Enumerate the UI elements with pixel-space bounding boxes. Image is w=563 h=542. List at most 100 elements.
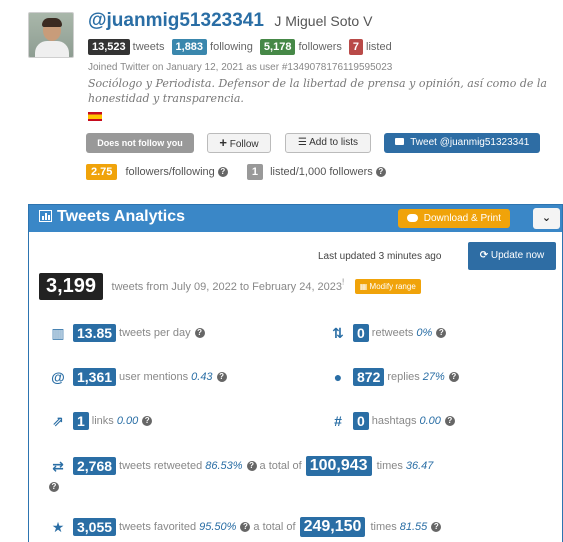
following-label: following — [210, 41, 253, 53]
download-print-label: Download & Print — [423, 213, 502, 224]
times-label: times — [376, 460, 403, 472]
stat-value: 3,055 — [73, 518, 117, 536]
help-icon[interactable]: ? — [246, 461, 257, 471]
at-icon: @ — [51, 369, 65, 385]
help-icon[interactable]: ? — [240, 522, 251, 532]
profile-handle[interactable]: @juanmig51323341 — [88, 10, 264, 31]
help-icon[interactable]: ? — [375, 167, 386, 177]
profile-card: @juanmig51323341 J Miguel Soto V 13,523 t… — [28, 10, 563, 196]
stat-label: replies — [387, 371, 420, 383]
profile-header: @juanmig51323341 J Miguel Soto V — [88, 10, 372, 32]
follow-label: Follow — [229, 139, 259, 150]
last-updated-text: Last updated 3 minutes ago — [318, 251, 442, 262]
hashtag-icon: # — [334, 413, 342, 429]
help-icon[interactable]: ? — [142, 416, 153, 426]
help-icon[interactable]: ? — [431, 522, 442, 532]
profile-ratios: 2.75 followers/following ? 1 listed/1,00… — [86, 164, 386, 180]
panel-title-text: Tweets Analytics — [57, 208, 186, 225]
stat-label: links — [91, 415, 114, 427]
stat-times: 36.47 — [405, 460, 434, 472]
plus-icon: + — [219, 135, 227, 150]
help-icon[interactable]: ? — [194, 328, 205, 338]
download-print-button[interactable]: Download & Print — [398, 209, 510, 228]
tweet-to-user-label: Tweet @juanmig51323341 — [410, 137, 530, 148]
tweets-count-badge: 13,523 — [88, 39, 130, 55]
followers-following-label: followers/following — [125, 166, 215, 178]
followers-following-ratio-badge: 2.75 — [86, 164, 118, 180]
stat-times: 81.55 — [399, 521, 428, 533]
tweets-label: tweets — [132, 41, 165, 53]
tweet-range-row: 3,199 tweets from July 09, 2022 to Febru… — [39, 273, 421, 300]
stat-label: tweets retweeted — [119, 460, 203, 472]
bar-chart-icon — [39, 210, 52, 222]
update-now-label: Update now — [490, 250, 545, 261]
modify-range-label: Modify range — [369, 282, 416, 291]
tweets-analytics-panel: Tweets Analytics Download & Print ⌄ Last… — [28, 204, 563, 542]
stat-value: 0 — [353, 324, 369, 342]
stat-percent: 0.00 — [116, 415, 139, 427]
total-label: a total of — [253, 521, 296, 533]
help-icon[interactable]: ? — [448, 372, 459, 382]
follow-button[interactable]: + Follow — [207, 133, 271, 153]
listed-ratio-label: listed/1,000 followers — [270, 166, 373, 178]
stat-value: 13.85 — [73, 324, 117, 342]
avatar-torso — [35, 41, 69, 57]
cloud-download-icon — [406, 214, 418, 222]
chevron-down-icon: ⌄ — [541, 212, 552, 224]
collapse-toggle-button[interactable]: ⌄ — [533, 208, 560, 229]
help-icon[interactable]: ? — [436, 328, 447, 338]
help-icon[interactable]: ? — [444, 416, 455, 426]
profile-actions: Does not follow you + Follow ☰ Add to li… — [86, 133, 563, 155]
stat-value: 872 — [353, 368, 385, 386]
star-icon: ★ — [51, 518, 65, 535]
stat-percent: 0.00 — [419, 415, 441, 427]
panel-title: Tweets Analytics — [39, 208, 185, 226]
stat-retweets: ⇅ 0 retweets 0%? — [329, 324, 447, 342]
stat-links: ⇗ 1 links 0.00? — [49, 412, 153, 430]
help-icon[interactable]: ? — [49, 482, 59, 493]
followers-label: followers — [298, 41, 342, 53]
times-label: times — [370, 521, 397, 533]
stat-percent: 27% — [422, 371, 445, 383]
stat-value: 2,768 — [73, 457, 117, 475]
stat-percent: 0% — [416, 327, 433, 339]
refresh-icon: ⟳ — [479, 250, 489, 261]
stat-label: tweets per day — [119, 327, 191, 339]
profile-bio: Sociólogo y Periodista. Defensor de la l… — [88, 77, 547, 105]
stat-user-mentions: @1,361 user mentions 0.43? — [49, 368, 227, 386]
modify-range-button[interactable]: ▦ Modify range — [354, 279, 421, 294]
stat-label: retweets — [371, 327, 414, 339]
add-to-lists-button[interactable]: ☰ Add to lists — [285, 133, 371, 153]
joined-date: Joined Twitter on January 12, 2021 as us… — [88, 62, 393, 73]
share-icon: ⇗ — [52, 412, 64, 429]
range-mark: ! — [342, 277, 345, 287]
avatar-hair — [42, 18, 62, 27]
stat-label: tweets favorited — [119, 521, 197, 533]
stat-label: user mentions — [119, 371, 189, 383]
help-icon[interactable]: ? — [216, 372, 227, 382]
comments-icon: ● — [333, 369, 343, 385]
not-following-badge: Does not follow you — [86, 133, 194, 153]
tweet-to-user-button[interactable]: Tweet @juanmig51323341 — [384, 133, 540, 153]
stat-percent: 95.50% — [199, 521, 237, 533]
stat-value: 0 — [353, 412, 369, 430]
update-now-button[interactable]: ⟳ Update now — [468, 242, 556, 270]
followers-count-badge: 5,178 — [259, 39, 296, 55]
stat-tweets-retweeted: ⇄ 2,768 tweets retweeted 86.53%? a total of 1… — [49, 456, 433, 476]
stat-replies: ● 872 replies 27%? — [329, 368, 459, 386]
profile-stats: 13,523 tweets 1,883 following 5,178 followe… — [88, 39, 396, 55]
add-to-lists-label: Add to lists — [309, 137, 359, 148]
stat-value: 1,361 — [73, 368, 117, 386]
profile-name: J Miguel Soto V — [274, 13, 373, 29]
retweet-icon: ⇅ — [332, 324, 344, 341]
stat-percent: 86.53% — [205, 460, 243, 472]
tweet-total-badge: 3,199 — [39, 273, 104, 300]
calendar-icon: ▦ — [359, 282, 368, 291]
help-icon[interactable]: ? — [217, 167, 228, 177]
listed-label: listed — [366, 41, 392, 53]
stat-label: hashtags — [371, 415, 417, 427]
stat-hashtags: #0 hashtags 0.00? — [329, 412, 455, 430]
bar-chart-icon: ▥ — [51, 324, 65, 341]
retweet-icon: ⇄ — [52, 457, 64, 474]
avatar[interactable] — [28, 12, 74, 58]
